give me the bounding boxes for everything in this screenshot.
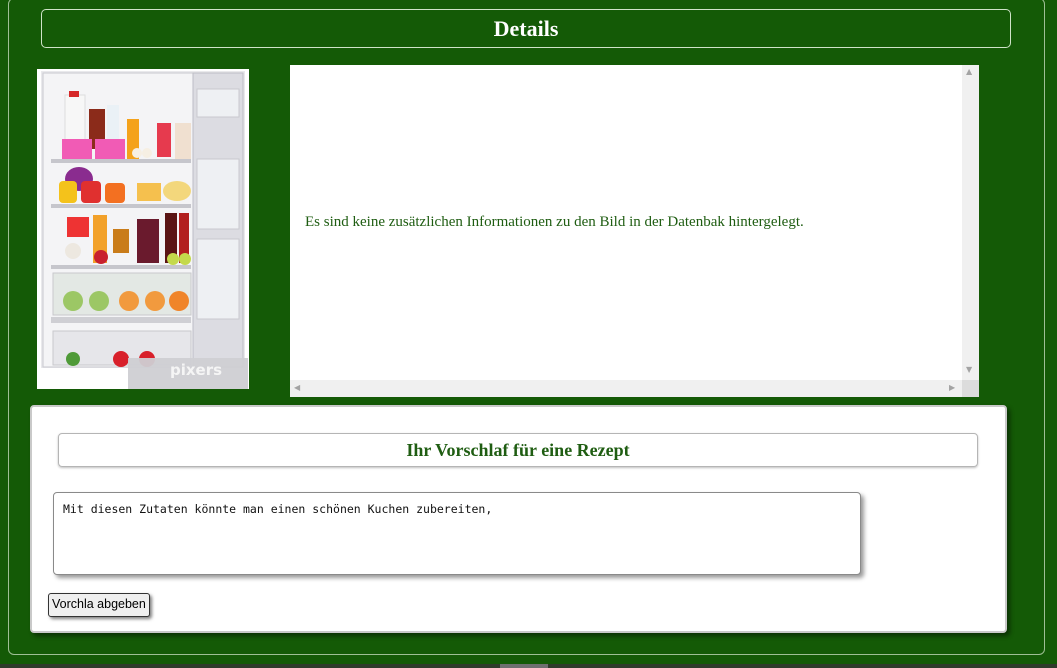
fridge-photo: pixers [37,69,249,389]
scroll-left-icon[interactable]: ◀ [294,383,300,392]
recipe-heading: Ihr Vorschlaf für eine Rezept [58,433,978,467]
recipe-panel: Ihr Vorschlaf für eine Rezept Mit diesen… [30,405,1007,633]
info-textarea[interactable]: Es sind keine zusätzlichen Informationen… [290,65,979,397]
info-text: Es sind keine zusätzlichen Informationen… [305,214,804,230]
fridge-image [37,69,249,389]
scroll-down-icon[interactable]: ▼ [966,365,972,374]
watermark-text: pixers [170,361,223,379]
page-title: Details [41,9,1011,48]
submit-suggestion-button[interactable]: Vorchla abgeben [48,593,150,617]
vertical-scrollbar[interactable]: ▲ ▼ [962,65,979,380]
scroll-right-icon[interactable]: ▶ [949,383,955,392]
bottom-scrollbar-thumb[interactable] [500,664,548,668]
recipe-suggestion-input[interactable]: Mit diesen Zutaten könnte man einen schö… [53,492,861,575]
horizontal-scrollbar[interactable]: ◀ ▶ [290,380,962,397]
scrollbar-corner [962,380,979,397]
scroll-up-icon[interactable]: ▲ [966,67,972,76]
